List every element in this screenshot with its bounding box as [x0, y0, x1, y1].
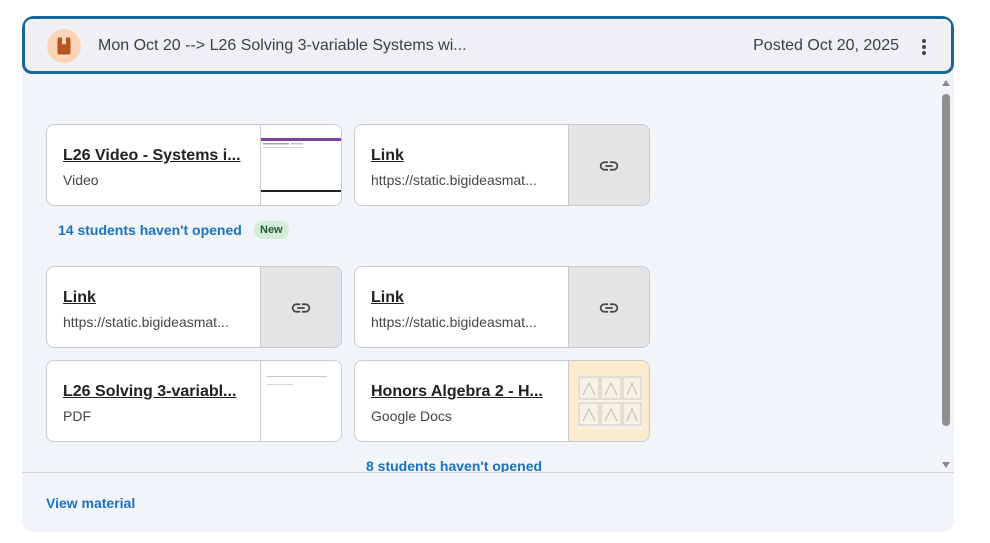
link-thumbnail [568, 267, 649, 347]
attachment-card-pdf[interactable]: L26 Solving 3-variabl... PDF [46, 360, 342, 442]
pdf-thumbnail [260, 361, 341, 441]
link-thumbnail [568, 125, 649, 205]
attachment-subtitle: Google Docs [371, 408, 452, 424]
video-thumbnail [260, 125, 341, 205]
vertical-scrollbar[interactable] [938, 74, 954, 472]
link-icon [291, 303, 311, 313]
scrollbar-thumb[interactable] [942, 94, 950, 426]
more-vert-icon[interactable] [915, 35, 933, 59]
material-title: Mon Oct 20 --> L26 Solving 3-variable Sy… [98, 37, 467, 54]
attachment-card-link[interactable]: Link https://static.bigideasmat... [46, 266, 342, 348]
view-material-link[interactable]: View material [46, 495, 135, 511]
new-badge: New [254, 221, 289, 239]
attachment-title[interactable]: L26 Video - Systems i... [63, 147, 241, 165]
scroll-up-arrow-icon[interactable] [942, 80, 950, 86]
attachments-scroll-area[interactable]: L26 Video - Systems i... Video Link http… [22, 74, 954, 474]
attachment-title[interactable]: Link [371, 289, 549, 307]
attachment-subtitle: PDF [63, 408, 91, 424]
attachment-title[interactable]: Link [63, 289, 241, 307]
attachment-subtitle: Video [63, 172, 99, 188]
material-footer: View material [22, 472, 954, 532]
attachment-subtitle: https://static.bigideasmat... [63, 314, 229, 330]
material-header[interactable]: Mon Oct 20 --> L26 Solving 3-variable Sy… [22, 16, 954, 74]
attachment-card-video[interactable]: L26 Video - Systems i... Video [46, 124, 342, 206]
attachment-title[interactable]: Link [371, 147, 549, 165]
attachment-subtitle: https://static.bigideasmat... [371, 172, 537, 188]
bookmark-material-icon [47, 29, 81, 63]
material-panel: Mon Oct 20 --> L26 Solving 3-variable Sy… [22, 16, 954, 532]
link-thumbnail [260, 267, 341, 347]
posted-date: Posted Oct 20, 2025 [753, 37, 899, 54]
docs-thumbnail [568, 361, 649, 441]
attachment-card-link[interactable]: Link https://static.bigideasmat... [354, 266, 650, 348]
attachment-card-link[interactable]: Link https://static.bigideasmat... [354, 124, 650, 206]
link-icon [599, 161, 619, 171]
attachment-title[interactable]: Honors Algebra 2 - H... [371, 383, 549, 401]
attachment-card-docs[interactable]: Honors Algebra 2 - H... Google Docs [354, 360, 650, 442]
scroll-down-arrow-icon[interactable] [942, 462, 950, 468]
attachment-subtitle: https://static.bigideasmat... [371, 314, 537, 330]
link-icon [599, 303, 619, 313]
attachment-title[interactable]: L26 Solving 3-variabl... [63, 383, 241, 401]
unopened-status-link[interactable]: 14 students haven't opened [58, 222, 242, 238]
